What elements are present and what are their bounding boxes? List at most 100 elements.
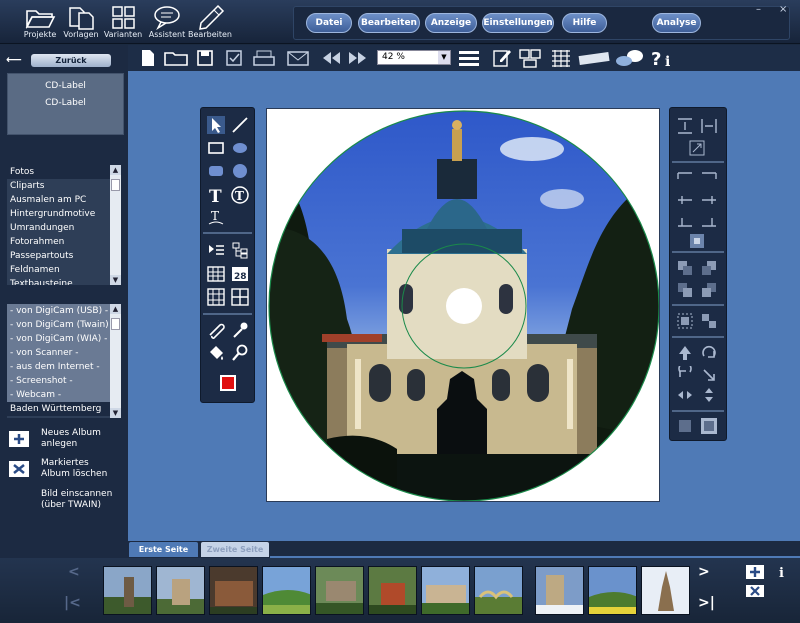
remove-photo-icon[interactable] [745,584,765,598]
ungroup-icon[interactable] [700,312,718,330]
chat-icon[interactable] [615,48,645,68]
zoom-select[interactable]: 42 % ▼ [377,50,451,65]
scroll-down-icon[interactable]: ▼ [110,275,121,285]
line-tool-icon[interactable] [231,116,249,134]
bring-forward-icon[interactable] [676,259,694,277]
rounded-rect-tool-icon[interactable] [207,162,225,180]
curved-text-tool-icon[interactable]: T [207,208,225,226]
project-preview[interactable]: CD-Label CD-Label [7,73,124,135]
photo-thumbnail[interactable] [588,566,637,615]
flip-down-icon[interactable] [700,366,718,384]
edit-page-icon[interactable] [492,48,512,68]
scroll-down-icon[interactable]: ▼ [110,408,121,418]
next-page-icon[interactable] [347,48,369,68]
list-item[interactable]: - von Scanner - [7,346,121,360]
text-tool-icon[interactable]: T [207,186,225,204]
new-document-icon[interactable] [138,48,158,68]
projekte-button[interactable]: Projekte [18,3,62,43]
menu-einstellungen[interactable]: Einstellungen [482,13,554,33]
checkbox-icon[interactable] [224,48,244,68]
save-icon[interactable] [195,48,215,68]
list-item[interactable]: - Webcam - [7,388,121,402]
pipette-icon[interactable] [231,321,249,339]
circle-tool-icon[interactable] [231,162,249,180]
align-center-h-icon[interactable] [676,191,694,209]
resize-diagonal-icon[interactable] [688,139,706,157]
send-to-back-icon[interactable] [700,281,718,299]
list-item[interactable]: - Screenshot - [7,374,121,388]
cell-grid-tool-icon[interactable] [231,288,249,306]
list-item[interactable]: Hintergrundmotive [7,207,121,221]
delete-album-button[interactable]: Markiertes Album löschen [8,458,126,482]
ruler-icon[interactable] [577,48,611,68]
rotate-left-icon[interactable] [676,366,694,384]
list-item[interactable]: Passepartouts [7,249,121,263]
list-item[interactable]: Ausmalen am PC [7,193,121,207]
align-bottom-right-icon[interactable] [700,212,718,230]
list-item[interactable]: - von DigiCam (WIA) - [7,332,121,346]
list-item[interactable]: Textbausteine [7,277,121,285]
select-arrow-icon[interactable] [207,116,225,134]
list-item[interactable]: Cliparts [7,179,121,193]
chevron-left-icon[interactable]: < [68,564,80,580]
table-tool-icon[interactable] [207,265,225,283]
rectangle-tool-icon[interactable] [207,139,225,157]
source-scrollbar[interactable]: ▲ ▼ [110,304,121,418]
tab-erste-seite[interactable]: Erste Seite [129,542,198,557]
grid-table-tool-icon[interactable] [207,288,225,306]
circular-text-tool-icon[interactable]: T [231,186,249,204]
minimize-button[interactable]: – [756,4,761,15]
list-item[interactable]: - aus dem Internet - [7,360,121,374]
list-item[interactable]: Baden Württemberg [7,402,121,416]
category-list[interactable]: Fotos Cliparts Ausmalen am PC Hintergrun… [7,165,121,285]
new-album-button[interactable]: Neues Album anlegen [8,428,126,452]
paperclip-icon[interactable] [207,321,225,339]
back-button[interactable]: ⟵ Zurück [6,53,111,67]
menu-datei[interactable]: Datei [306,13,352,33]
add-photo-icon[interactable] [745,564,765,580]
align-width-icon[interactable] [700,117,718,135]
tree-tool-icon[interactable] [231,241,249,259]
rotate-right-icon[interactable] [700,344,718,362]
info-icon[interactable]: i [779,566,784,581]
assistent-button[interactable]: Assistent [145,3,189,43]
align-lines-icon[interactable] [458,48,480,68]
first-page-icon[interactable]: |< [64,595,81,611]
photo-thumbnail[interactable] [103,566,152,615]
align-top-icon[interactable] [676,117,694,135]
chevron-right-icon[interactable]: > [698,564,710,580]
cd-label-canvas[interactable] [267,109,660,502]
paint-bucket-icon[interactable] [207,344,225,362]
menu-bearbeiten[interactable]: Bearbeiten [358,13,420,33]
bring-to-front-icon[interactable] [676,281,694,299]
bearbeiten-tool-button[interactable]: Bearbeiten [188,3,232,43]
send-backward-icon[interactable] [700,259,718,277]
source-list[interactable]: - von DigiCam (USB) - - von DigiCam (Twa… [7,304,121,418]
list-item[interactable]: Fotos [7,165,121,179]
category-scrollbar[interactable]: ▲ ▼ [110,165,121,285]
grid-view-icon[interactable] [550,48,572,68]
mirror-vertical-icon[interactable] [700,386,718,404]
varianten-button[interactable]: Varianten [101,3,145,43]
menu-hilfe[interactable]: Hilfe [562,13,607,33]
framed-square-icon[interactable] [700,417,718,435]
mail-icon[interactable] [286,48,312,68]
align-bottom-left-icon[interactable] [676,212,694,230]
tab-zweite-seite[interactable]: Zweite Seite [201,542,269,557]
list-item[interactable]: Feldnamen [7,263,121,277]
photo-thumbnail[interactable] [421,566,470,615]
photo-thumbnail[interactable] [368,566,417,615]
group-icon[interactable] [676,312,694,330]
zoom-tool-icon[interactable] [231,344,249,362]
photo-thumbnail[interactable] [156,566,205,615]
photo-thumbnail[interactable] [474,566,523,615]
print-icon[interactable] [252,48,278,68]
help-info-icon[interactable]: ? i [650,48,680,68]
menu-anzeige[interactable]: Anzeige [425,13,477,33]
scroll-up-icon[interactable]: ▲ [110,304,121,314]
photo-thumbnail[interactable] [641,566,690,615]
list-item[interactable]: - von DigiCam (Twain) - [7,318,121,332]
analyse-button[interactable]: Analyse [652,13,701,33]
center-on-page-icon[interactable] [688,232,706,250]
mirror-horizontal-icon[interactable] [676,386,694,404]
